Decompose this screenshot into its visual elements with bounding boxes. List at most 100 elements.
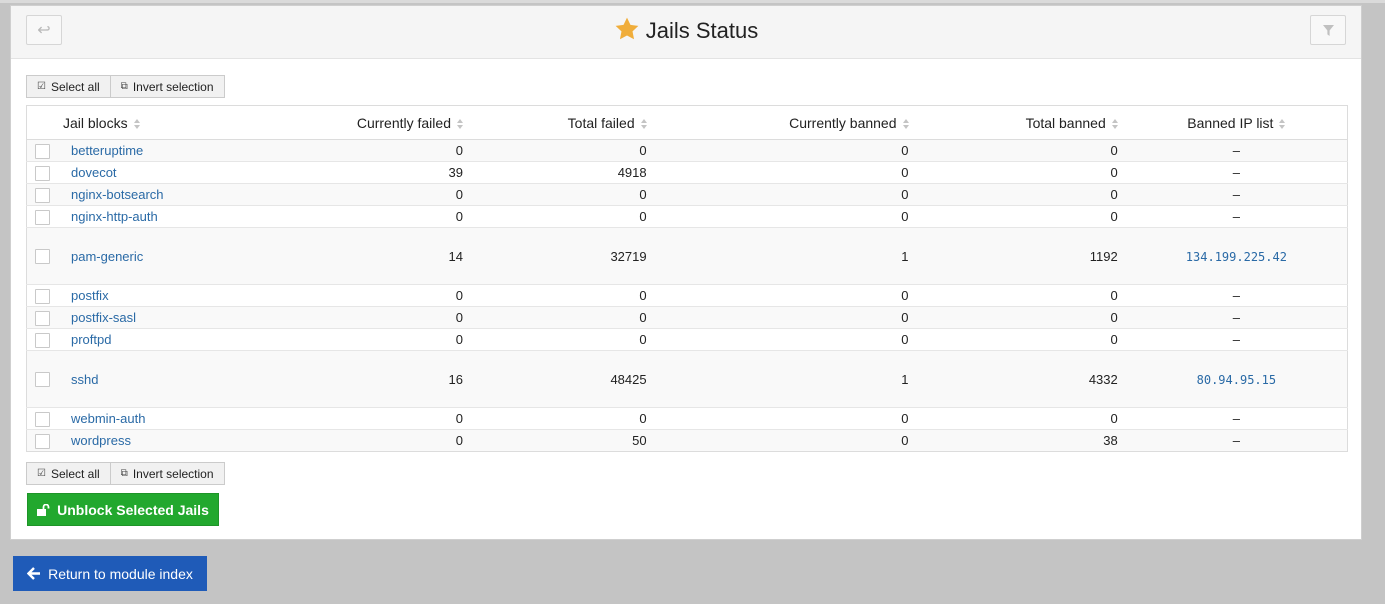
banned-ip-cell: 134.199.225.42 xyxy=(1125,227,1348,285)
col-header-total-banned[interactable]: Total banned xyxy=(916,105,1126,140)
currently-banned-cell: 0 xyxy=(654,183,917,206)
jail-name-cell: postfix-sasl xyxy=(57,306,263,329)
banned-ip-empty: – xyxy=(1232,288,1240,303)
banned-ip-cell: – xyxy=(1125,328,1348,351)
jail-name-cell: webmin-auth xyxy=(57,407,263,430)
jail-name-link[interactable]: sshd xyxy=(71,372,98,387)
currently-failed-cell: 0 xyxy=(262,139,471,162)
jail-name-cell: postfix xyxy=(57,284,263,307)
banned-ip-empty: – xyxy=(1232,332,1240,347)
top-edge xyxy=(0,0,1385,3)
row-checkbox[interactable] xyxy=(34,288,50,304)
invert-selection-button[interactable]: ⧉ Invert selection xyxy=(110,462,225,485)
currently-banned-cell: 0 xyxy=(654,139,917,162)
jail-name-cell: nginx-http-auth xyxy=(57,205,263,228)
select-all-button[interactable]: ☑ Select all xyxy=(26,462,111,485)
total-banned-cell: 0 xyxy=(916,183,1126,206)
col-header-banned-ip-list[interactable]: Banned IP list xyxy=(1125,105,1348,140)
jail-name-link[interactable]: proftpd xyxy=(71,332,111,347)
check-square-icon: ☑ xyxy=(37,468,46,479)
currently-banned-cell: 0 xyxy=(654,284,917,307)
row-checkbox-cell xyxy=(26,139,57,162)
banned-ip-cell: – xyxy=(1125,205,1348,228)
currently-failed-cell: 0 xyxy=(262,284,471,307)
row-checkbox[interactable] xyxy=(34,249,50,265)
table-row: sshd 16 48425 1 4332 80.94.95.15 xyxy=(26,350,1348,408)
row-checkbox[interactable] xyxy=(34,411,50,427)
col-header-currently-failed[interactable]: Currently failed xyxy=(262,105,471,140)
total-banned-cell: 38 xyxy=(916,429,1126,452)
select-all-button[interactable]: ☑ Select all xyxy=(26,75,111,98)
banned-ip-cell: 80.94.95.15 xyxy=(1125,350,1348,408)
row-checkbox-cell xyxy=(26,306,57,329)
banned-ip-cell: – xyxy=(1125,429,1348,452)
row-checkbox[interactable] xyxy=(34,372,50,388)
banned-ip-cell: – xyxy=(1125,183,1348,206)
currently-banned-cell: 0 xyxy=(654,205,917,228)
jail-name-link[interactable]: nginx-botsearch xyxy=(71,187,164,202)
check-square-icon: ☑ xyxy=(37,81,46,92)
row-checkbox[interactable] xyxy=(34,143,50,159)
row-checkbox[interactable] xyxy=(34,332,50,348)
jail-name-link[interactable]: webmin-auth xyxy=(71,411,145,426)
table-header-row: Jail blocks Currently failed Total faile… xyxy=(26,105,1348,140)
table-row: nginx-botsearch 0 0 0 0– xyxy=(26,183,1348,206)
jail-name-link[interactable]: dovecot xyxy=(71,165,117,180)
jail-name-link[interactable]: wordpress xyxy=(71,433,131,448)
table-row: postfix 0 0 0 0– xyxy=(26,284,1348,307)
share-square-icon: ⧉ xyxy=(120,468,128,479)
banned-ip-empty: – xyxy=(1232,165,1240,180)
jail-name-link[interactable]: postfix xyxy=(71,288,109,303)
share-square-icon: ⧉ xyxy=(120,81,128,92)
row-checkbox-cell xyxy=(26,227,57,285)
banned-ip-cell: – xyxy=(1125,161,1348,184)
total-banned-cell: 0 xyxy=(916,328,1126,351)
table-row: proftpd 0 0 0 0– xyxy=(26,328,1348,351)
total-banned-cell: 0 xyxy=(916,284,1126,307)
currently-failed-cell: 0 xyxy=(262,429,471,452)
jail-name-link[interactable]: postfix-sasl xyxy=(71,310,136,325)
unblock-selected-jails-button[interactable]: Unblock Selected Jails xyxy=(27,493,219,526)
currently-failed-cell: 0 xyxy=(262,205,471,228)
row-checkbox-cell xyxy=(26,284,57,307)
currently-failed-cell: 0 xyxy=(262,306,471,329)
total-failed-cell: 0 xyxy=(470,139,655,162)
row-checkbox[interactable] xyxy=(34,187,50,203)
currently-banned-cell: 0 xyxy=(654,306,917,329)
row-checkbox[interactable] xyxy=(34,165,50,181)
col-header-currently-banned[interactable]: Currently banned xyxy=(654,105,917,140)
jail-name-link[interactable]: nginx-http-auth xyxy=(71,209,158,224)
total-failed-cell: 0 xyxy=(470,284,655,307)
total-failed-cell: 0 xyxy=(470,205,655,228)
select-all-label: Select all xyxy=(50,466,100,481)
invert-selection-label: Invert selection xyxy=(132,79,214,94)
invert-selection-button[interactable]: ⧉ Invert selection xyxy=(110,75,225,98)
currently-failed-cell: 0 xyxy=(262,407,471,430)
unblock-label: Unblock Selected Jails xyxy=(57,501,209,518)
col-header-total-failed[interactable]: Total failed xyxy=(470,105,655,140)
total-failed-cell: 0 xyxy=(470,183,655,206)
table-row: webmin-auth 0 0 0 0– xyxy=(26,407,1348,430)
total-failed-cell: 32719 xyxy=(470,227,655,285)
row-checkbox-cell xyxy=(26,350,57,408)
return-to-module-index-button[interactable]: Return to module index xyxy=(13,556,207,591)
page-title-text: Jails Status xyxy=(645,18,759,43)
jail-name-link[interactable]: betteruptime xyxy=(71,143,143,158)
filter-button[interactable] xyxy=(1310,15,1346,45)
row-checkbox[interactable] xyxy=(34,209,50,225)
row-checkbox-cell xyxy=(26,407,57,430)
col-header-jail-blocks[interactable]: Jail blocks xyxy=(26,105,263,140)
jail-name-link[interactable]: pam-generic xyxy=(71,249,143,264)
row-checkbox[interactable] xyxy=(34,433,50,449)
jail-name-cell: sshd xyxy=(57,350,263,408)
banned-ip-cell: – xyxy=(1125,139,1348,162)
row-checkbox-cell xyxy=(26,183,57,206)
banned-ip-link[interactable]: 80.94.95.15 xyxy=(1197,373,1276,387)
banned-ip-link[interactable]: 134.199.225.42 xyxy=(1186,250,1287,264)
jail-name-cell: wordpress xyxy=(57,429,263,452)
total-failed-cell: 0 xyxy=(470,306,655,329)
total-failed-cell: 50 xyxy=(470,429,655,452)
row-checkbox[interactable] xyxy=(34,310,50,326)
table-row: nginx-http-auth 0 0 0 0– xyxy=(26,205,1348,228)
sort-icon xyxy=(1111,118,1118,129)
